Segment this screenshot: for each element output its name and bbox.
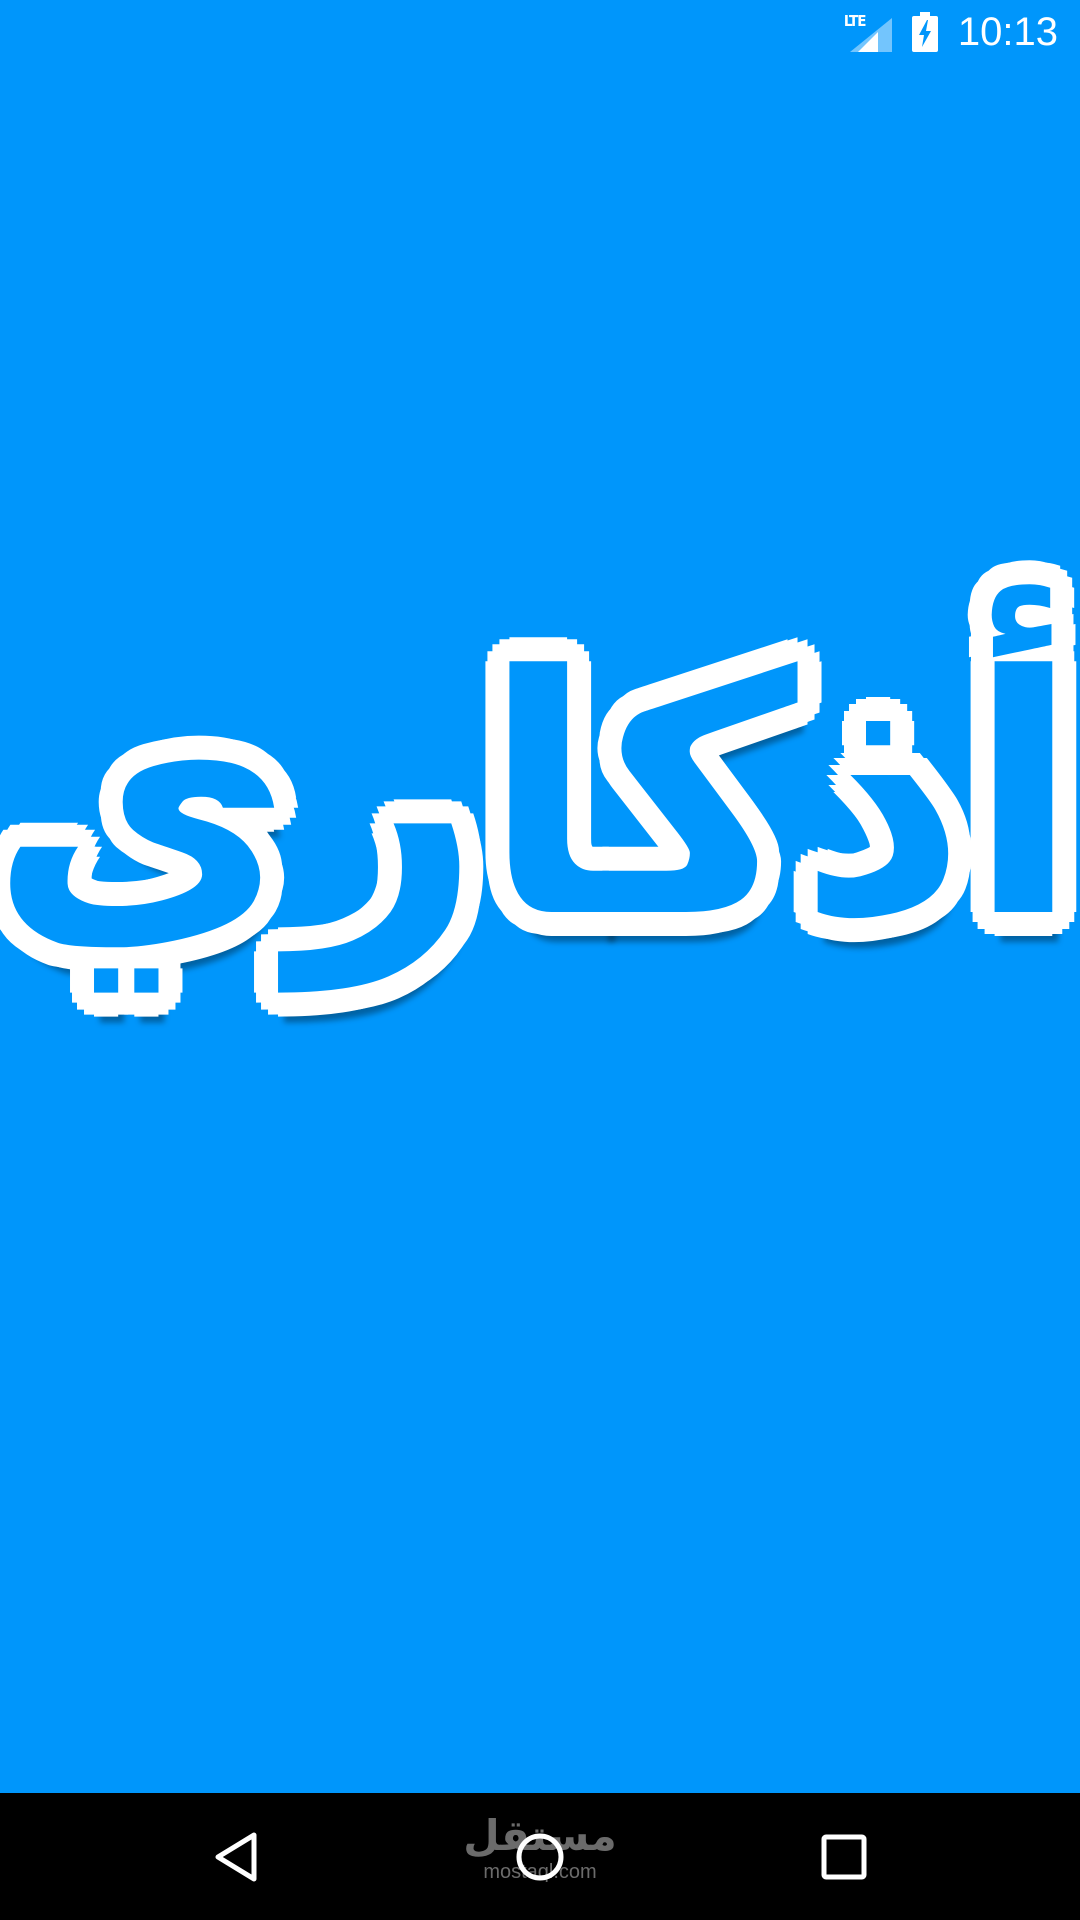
home-button[interactable] <box>470 1793 610 1920</box>
splash-content: أذكاري <box>0 63 1080 1793</box>
back-icon <box>215 1832 257 1881</box>
navigation-bar: مستقل mostaql.com <box>0 1793 1080 1920</box>
cell-signal-icon <box>849 17 892 52</box>
battery-charging-icon <box>911 11 938 52</box>
recents-icon <box>821 1834 867 1879</box>
status-clock: 10:13 <box>957 9 1058 54</box>
status-icons: LTE 10:13 <box>844 0 1058 63</box>
recents-button[interactable] <box>774 1793 914 1920</box>
app-logo-title: أذكاري <box>0 606 1080 990</box>
lte-signal-icon: LTE <box>844 12 892 52</box>
status-bar: LTE 10:13 <box>0 0 1080 63</box>
splash-screen: LTE 10:13 أذكاري مستقل mostaql.com <box>0 0 1080 1920</box>
back-button[interactable] <box>166 1793 306 1920</box>
home-icon <box>516 1833 564 1880</box>
